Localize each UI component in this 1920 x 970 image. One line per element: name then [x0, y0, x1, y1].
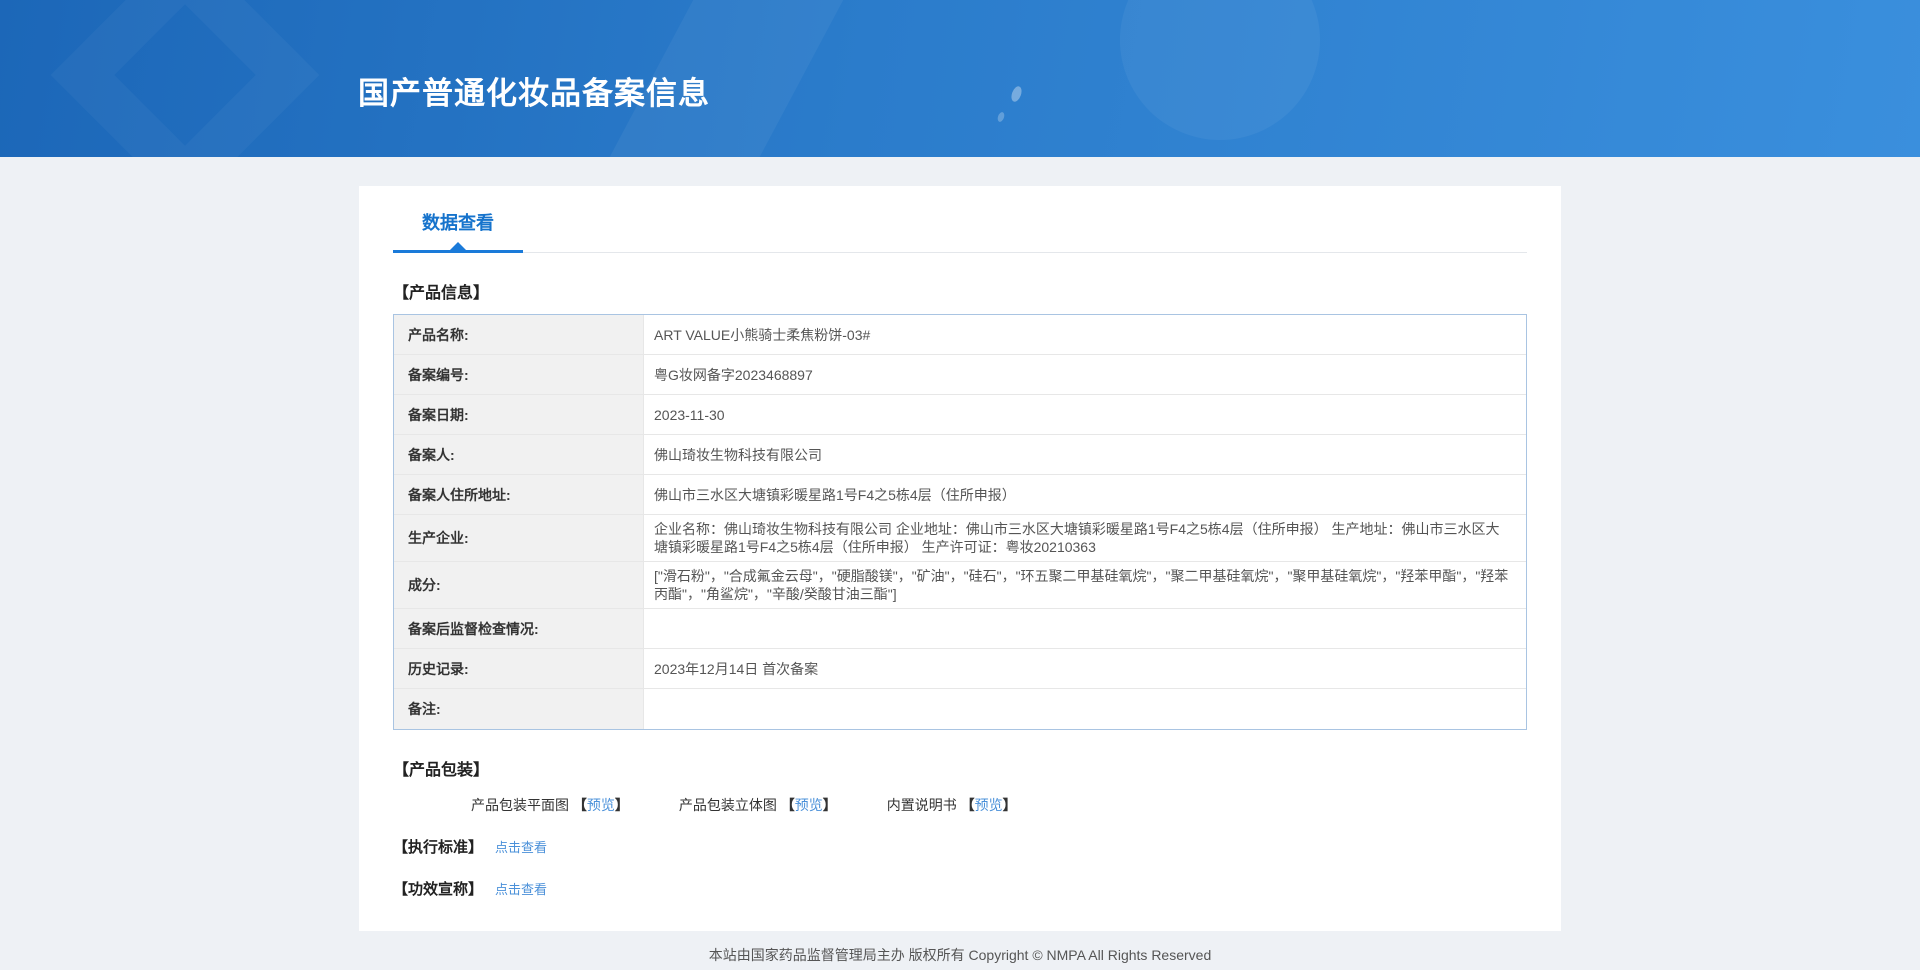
row-value: 佛山市三水区大塘镇彩暖星路1号F4之5栋4层（住所申报）: [654, 486, 1016, 503]
table-row-remarks: 备注:: [394, 689, 1526, 729]
preview-link-flat-image[interactable]: 预览: [587, 797, 615, 813]
tab-caret-icon: [450, 242, 466, 250]
efficacy-view-link[interactable]: 点击查看: [495, 879, 547, 898]
table-row-supervision: 备案后监督检查情况:: [394, 609, 1526, 649]
packaging-item-3d-image: 产品包装立体图 【预览】: [679, 795, 837, 815]
row-label: 生产企业:: [394, 515, 644, 561]
table-row-manufacturer: 生产企业: 企业名称：佛山琦妆生物科技有限公司 企业地址：佛山市三水区大塘镇彩暖…: [394, 515, 1526, 562]
bracket-close: 】: [822, 797, 837, 813]
table-row-filing-date: 备案日期: 2023-11-30: [394, 395, 1526, 435]
header-decor-dot: [1009, 84, 1024, 104]
table-row-filing-number: 备案编号: 粤G妆网备字2023468897: [394, 355, 1526, 395]
row-label: 备案编号:: [394, 355, 644, 394]
header-decor-circle: [1120, 0, 1320, 140]
row-label: 备案日期:: [394, 395, 644, 434]
tab-active-underline: [393, 250, 523, 253]
standards-view-link[interactable]: 点击查看: [495, 837, 547, 856]
packaging-item-label: 产品包装立体图: [678, 797, 777, 813]
row-label: 产品名称:: [394, 315, 644, 354]
packaging-item-flat-image: 产品包装平面图 【预览】: [471, 795, 629, 815]
row-value: [644, 689, 1526, 729]
bracket-open: 【: [572, 797, 587, 813]
content-card: 数据查看 【产品信息】 产品名称: ART VALUE小熊骑士柔焦粉饼-03# …: [359, 186, 1561, 931]
packaging-item-label: 内置说明书: [886, 797, 957, 813]
header-decor-dot: [996, 111, 1006, 123]
efficacy-label: 【功效宣称】: [393, 881, 484, 898]
row-label: 备案后监督检查情况:: [394, 609, 644, 648]
row-value: 2023年12月14日 首次备案: [654, 660, 819, 677]
tab-bar: 数据查看: [393, 186, 1527, 253]
preview-link-manual[interactable]: 预览: [975, 797, 1003, 813]
bracket-close: 】: [1002, 797, 1017, 813]
row-label: 历史记录:: [394, 649, 644, 688]
table-row-product-name: 产品名称: ART VALUE小熊骑士柔焦粉饼-03#: [394, 315, 1526, 355]
row-value: 佛山琦妆生物科技有限公司: [654, 446, 822, 463]
bracket-open: 【: [780, 797, 795, 813]
row-value: 粤G妆网备字2023468897: [654, 366, 813, 383]
row-label: 备案人:: [394, 435, 644, 474]
standards-label: 【执行标准】: [393, 839, 484, 856]
product-info-table: 产品名称: ART VALUE小熊骑士柔焦粉饼-03# 备案编号: 粤G妆网备字…: [393, 314, 1527, 730]
packaging-item-label: 产品包装平面图: [471, 797, 569, 813]
table-row-filer: 备案人: 佛山琦妆生物科技有限公司: [394, 435, 1526, 475]
packaging-preview-row: 产品包装平面图 【预览】 产品包装立体图 【预览】 内置说明书 【预览】: [471, 795, 1527, 815]
tab-data-view[interactable]: 数据查看: [393, 209, 523, 253]
footer-copyright-text: 本站由国家药品监督管理局主办 版权所有 Copyright © NMPA All…: [708, 947, 1212, 963]
row-value: 2023-11-30: [654, 406, 725, 423]
row-value: ["滑石粉"，"合成氟金云母"，"硬脂酸镁"，"矿油"，"硅石"，"环五聚二甲基…: [654, 568, 1509, 602]
packaging-item-manual: 内置说明书 【预览】: [887, 795, 1017, 815]
table-row-history: 历史记录: 2023年12月14日 首次备案: [394, 649, 1526, 689]
product-info-section-title: 【产品信息】: [393, 285, 490, 302]
row-label: 备案人住所地址:: [394, 475, 644, 514]
standards-section: 【执行标准】 点击查看: [393, 836, 1527, 857]
header-decor-chevron: [50, 0, 320, 157]
row-value: 企业名称：佛山琦妆生物科技有限公司 企业地址：佛山市三水区大塘镇彩暖星路1号F4…: [654, 521, 1500, 555]
table-row-filer-address: 备案人住所地址: 佛山市三水区大塘镇彩暖星路1号F4之5栋4层（住所申报）: [394, 475, 1526, 515]
preview-link-3d-image[interactable]: 预览: [795, 797, 823, 813]
row-label: 成分:: [394, 562, 644, 608]
page-title: 国产普通化妆品备案信息: [358, 76, 710, 111]
efficacy-section: 【功效宣称】 点击查看: [393, 878, 1527, 899]
bracket-open: 【: [960, 797, 975, 813]
row-label: 备注:: [394, 689, 644, 729]
footer: 本站由国家药品监督管理局主办 版权所有 Copyright © NMPA All…: [0, 945, 1920, 965]
tab-data-view-label: 数据查看: [422, 213, 494, 233]
table-row-ingredients: 成分: ["滑石粉"，"合成氟金云母"，"硬脂酸镁"，"矿油"，"硅石"，"环五…: [394, 562, 1526, 609]
page-header: 国产普通化妆品备案信息: [0, 0, 1920, 157]
row-value: [644, 609, 1526, 648]
packaging-section-title: 【产品包装】: [393, 762, 490, 779]
row-value: ART VALUE小熊骑士柔焦粉饼-03#: [654, 326, 871, 343]
bracket-close: 】: [614, 797, 629, 813]
